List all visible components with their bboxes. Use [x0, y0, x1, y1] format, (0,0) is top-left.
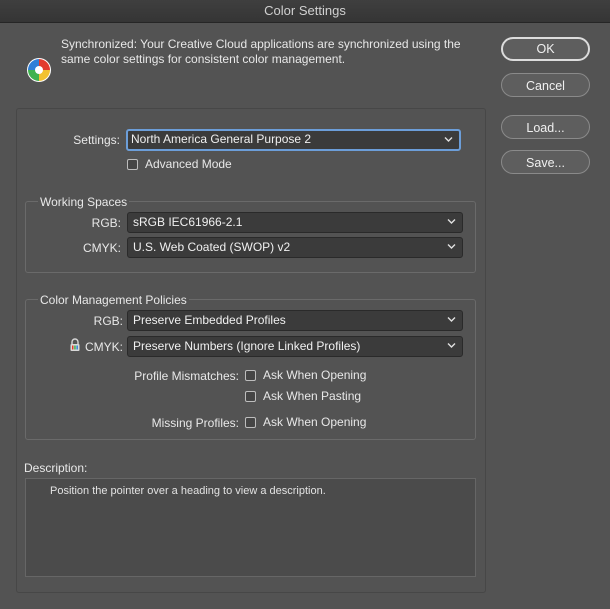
policy-rgb-value: Preserve Embedded Profiles [133, 313, 286, 327]
description-box: Position the pointer over a heading to v… [25, 478, 476, 577]
ws-cmyk-select[interactable]: U.S. Web Coated (SWOP) v2 [127, 237, 463, 258]
sync-message: Synchronized: Your Creative Cloud applic… [61, 37, 461, 66]
advanced-mode-checkbox[interactable] [127, 158, 138, 170]
settings-select[interactable]: North America General Purpose 2 [126, 129, 461, 151]
ask-when-pasting-checkbox[interactable] [245, 390, 256, 402]
description-label: Description: [24, 461, 88, 475]
policies-title: Color Management Policies [38, 293, 189, 307]
load-button[interactable]: Load... [501, 115, 590, 139]
missing-ask-when-opening-row[interactable]: Ask When Opening [245, 414, 366, 430]
missing-profiles-label: Missing Profiles: [151, 416, 239, 430]
missing-ask-when-opening-label: Ask When Opening [263, 415, 367, 429]
settings-label: Settings: [73, 133, 120, 147]
cancel-button[interactable]: Cancel [501, 73, 590, 97]
ws-rgb-value: sRGB IEC61966-2.1 [133, 215, 243, 229]
advanced-mode-row[interactable]: Advanced Mode [127, 156, 232, 172]
window-title: Color Settings [264, 3, 346, 18]
chevron-down-icon [447, 317, 456, 322]
working-spaces-title: Working Spaces [38, 195, 130, 209]
ask-when-pasting-label: Ask When Pasting [263, 389, 362, 403]
chevron-down-icon [444, 137, 453, 142]
ws-rgb-label: RGB: [91, 216, 121, 230]
policy-cmyk-value: Preserve Numbers (Ignore Linked Profiles… [133, 339, 361, 353]
chevron-down-icon [447, 219, 456, 224]
chevron-down-icon [447, 343, 456, 348]
window-titlebar: Color Settings [0, 0, 610, 23]
policy-cmyk-label: CMYK: [84, 340, 123, 354]
ask-when-opening-row[interactable]: Ask When Opening [245, 367, 366, 383]
sync-color-wheel-icon [27, 58, 51, 82]
ask-when-pasting-row[interactable]: Ask When Pasting [245, 388, 361, 404]
ok-button[interactable]: OK [501, 37, 590, 61]
profile-mismatches-label: Profile Mismatches: [134, 369, 239, 383]
policy-rgb-label: RGB: [93, 314, 123, 328]
settings-select-value: North America General Purpose 2 [131, 132, 312, 146]
advanced-mode-label: Advanced Mode [145, 157, 232, 171]
lock-icon [70, 338, 80, 351]
ask-when-opening-checkbox[interactable] [245, 369, 256, 381]
ask-when-opening-label: Ask When Opening [263, 368, 367, 382]
ws-cmyk-value: U.S. Web Coated (SWOP) v2 [133, 240, 291, 254]
policy-rgb-select[interactable]: Preserve Embedded Profiles [127, 310, 463, 331]
missing-ask-when-opening-checkbox[interactable] [245, 416, 256, 428]
save-button[interactable]: Save... [501, 150, 590, 174]
policy-cmyk-select[interactable]: Preserve Numbers (Ignore Linked Profiles… [127, 336, 463, 357]
ws-rgb-select[interactable]: sRGB IEC61966-2.1 [127, 212, 463, 233]
description-text: Position the pointer over a heading to v… [50, 485, 326, 497]
chevron-down-icon [447, 244, 456, 249]
ws-cmyk-label: CMYK: [82, 241, 121, 255]
